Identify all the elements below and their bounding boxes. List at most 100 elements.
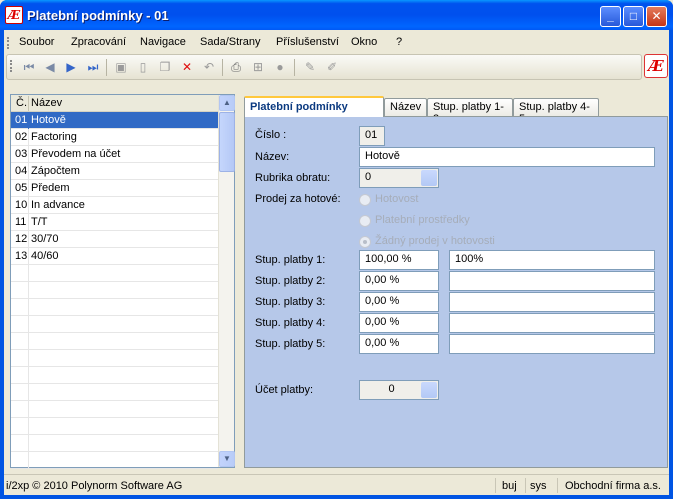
list-item[interactable] [11, 299, 218, 316]
column-header-code[interactable]: Č. [16, 97, 27, 109]
chevron-down-icon[interactable] [421, 170, 437, 186]
list-item[interactable] [11, 452, 218, 469]
status-bar: i/2xp © 2010 Polynorm Software AG buj sy… [4, 474, 669, 495]
stup-platby-text-field[interactable] [449, 313, 655, 333]
stup-platby-percent-field[interactable]: 0,00 % [359, 313, 439, 333]
undo-icon[interactable]: ↶ [201, 59, 217, 75]
edit-icon[interactable]: ✎ [302, 59, 318, 75]
stup-platby-percent-field[interactable]: 100,00 % [359, 250, 439, 270]
ucet-platby-value: 0 [388, 383, 395, 395]
scroll-down-icon[interactable]: ▼ [219, 451, 235, 467]
menu-help[interactable]: ? [396, 36, 402, 48]
list-item[interactable]: 10 In advance [11, 197, 218, 214]
list-item[interactable]: 04 Zápočtem [11, 163, 218, 180]
list-item-name: 40/60 [31, 250, 59, 262]
list-item-name: In advance [31, 199, 85, 211]
copy-icon[interactable]: ❐ [157, 59, 173, 75]
ucet-platby-combo[interactable]: 0 [359, 380, 439, 400]
client-area: Soubor Zpracování Navigace Sada/Strany P… [4, 30, 669, 495]
radio-platebni-prostredky[interactable] [359, 215, 371, 227]
radio-zadny-prodej[interactable] [359, 236, 371, 248]
tree-structure-icon[interactable]: ⊞ [250, 59, 266, 75]
menu-soubor[interactable]: Soubor [19, 36, 54, 48]
stup-platby-label: Stup. platby 4: [255, 317, 326, 329]
payment-terms-list[interactable]: Č. Název 01 Hotově 02 Factoring 03 Převodem n… [10, 94, 235, 469]
stup-platby-percent-field[interactable]: 0,00 % [359, 292, 439, 312]
list-item[interactable]: 03 Převodem na účet [11, 146, 218, 163]
stup-platby-text-field[interactable] [449, 292, 655, 312]
delete-icon[interactable]: ✕ [179, 59, 195, 75]
next-record-icon[interactable]: ▶ [63, 59, 79, 75]
list-item[interactable] [11, 265, 218, 282]
minimize-button[interactable]: _ [600, 6, 621, 27]
scroll-thumb[interactable] [219, 112, 235, 172]
menu-prislusenstvi[interactable]: Příslušenství [276, 36, 339, 48]
record-icon[interactable]: ● [272, 59, 288, 75]
toolbar-grip-icon [10, 60, 13, 72]
cislo-label: Číslo : [255, 129, 287, 141]
list-header: Č. Název [11, 95, 218, 112]
radio-hotovost-label: Hotovost [375, 193, 419, 205]
close-button[interactable]: ✕ [646, 6, 667, 27]
previous-record-icon[interactable]: ◀ [42, 59, 58, 75]
tab-nazev[interactable]: Název [384, 98, 427, 116]
list-item[interactable] [11, 401, 218, 418]
stup-platby-text-field[interactable] [449, 334, 655, 354]
list-item-code: 04 [15, 165, 28, 177]
copyright-text: i/2xp © 2010 Polynorm Software AG [6, 480, 183, 492]
main-window: Æ Platební podmínky - 01 _ □ ✕ Soubor Zp… [0, 0, 673, 499]
menu-bar: Soubor Zpracování Navigace Sada/Strany P… [4, 32, 669, 54]
list-item[interactable] [11, 350, 218, 367]
app-logo-icon[interactable]: Æ [5, 6, 23, 24]
tab-stup-platby-4-5[interactable]: Stup. platby 4-5 [513, 98, 599, 125]
save-icon[interactable]: ▣ [113, 59, 129, 75]
first-record-icon[interactable]: ⏮ [21, 59, 37, 75]
cislo-field[interactable]: 01 [359, 126, 385, 146]
list-item[interactable] [11, 367, 218, 384]
stup-platby-text-field[interactable]: 100% [449, 250, 655, 270]
list-item-name: Předem [31, 182, 70, 194]
new-document-icon[interactable]: ▯ [135, 59, 151, 75]
menu-sada-strany[interactable]: Sada/Strany [200, 36, 261, 48]
rubrika-obratu-label: Rubrika obratu: [255, 172, 331, 184]
rubrika-obratu-combo[interactable]: 0 [359, 168, 439, 188]
list-item[interactable] [11, 316, 218, 333]
vertical-scrollbar[interactable]: ▲ ▼ [218, 95, 235, 467]
list-item-name: Hotově [31, 114, 66, 126]
list-item[interactable] [11, 333, 218, 350]
list-item-name: Factoring [31, 131, 77, 143]
last-record-icon[interactable]: ⏭ [85, 59, 101, 75]
nazev-label: Název: [255, 151, 290, 163]
list-item[interactable]: 12 30/70 [11, 231, 218, 248]
tab-stup-platby-1-3[interactable]: Stup. platby 1-3 [427, 98, 513, 125]
list-item[interactable]: 05 Předem [11, 180, 218, 197]
nazev-field[interactable]: Hotově [359, 147, 655, 167]
list-item[interactable]: 02 Factoring [11, 129, 218, 146]
list-item[interactable]: 01 Hotově [11, 112, 218, 129]
chevron-down-icon[interactable] [421, 382, 437, 398]
list-item[interactable]: 13 40/60 [11, 248, 218, 265]
menu-navigace[interactable]: Navigace [140, 36, 186, 48]
column-header-name[interactable]: Název [31, 97, 62, 109]
maximize-button[interactable]: □ [623, 6, 644, 27]
menu-zpracovani[interactable]: Zpracování [71, 36, 126, 48]
print-icon[interactable]: ⎙ [228, 59, 244, 75]
list-item[interactable] [11, 418, 218, 435]
list-item[interactable] [11, 282, 218, 299]
tab-platebni-podminky[interactable]: Platební podmínky [244, 96, 384, 117]
title-bar[interactable]: Æ Platební podmínky - 01 _ □ ✕ [0, 0, 673, 30]
radio-hotovost[interactable] [359, 194, 371, 206]
rubrika-obratu-value: 0 [365, 171, 372, 183]
list-item[interactable] [11, 435, 218, 452]
list-item-code: 13 [15, 250, 28, 262]
stup-platby-percent-field[interactable]: 0,00 % [359, 271, 439, 291]
stup-platby-label: Stup. platby 5: [255, 338, 326, 350]
list-item-name: Zápočtem [31, 165, 80, 177]
menu-okno[interactable]: Okno [351, 36, 377, 48]
stup-platby-text-field[interactable] [449, 271, 655, 291]
scroll-up-icon[interactable]: ▲ [219, 95, 235, 111]
list-item[interactable]: 11 T/T [11, 214, 218, 231]
list-item[interactable] [11, 384, 218, 401]
edit-alt-icon[interactable]: ✐ [324, 59, 340, 75]
stup-platby-percent-field[interactable]: 0,00 % [359, 334, 439, 354]
